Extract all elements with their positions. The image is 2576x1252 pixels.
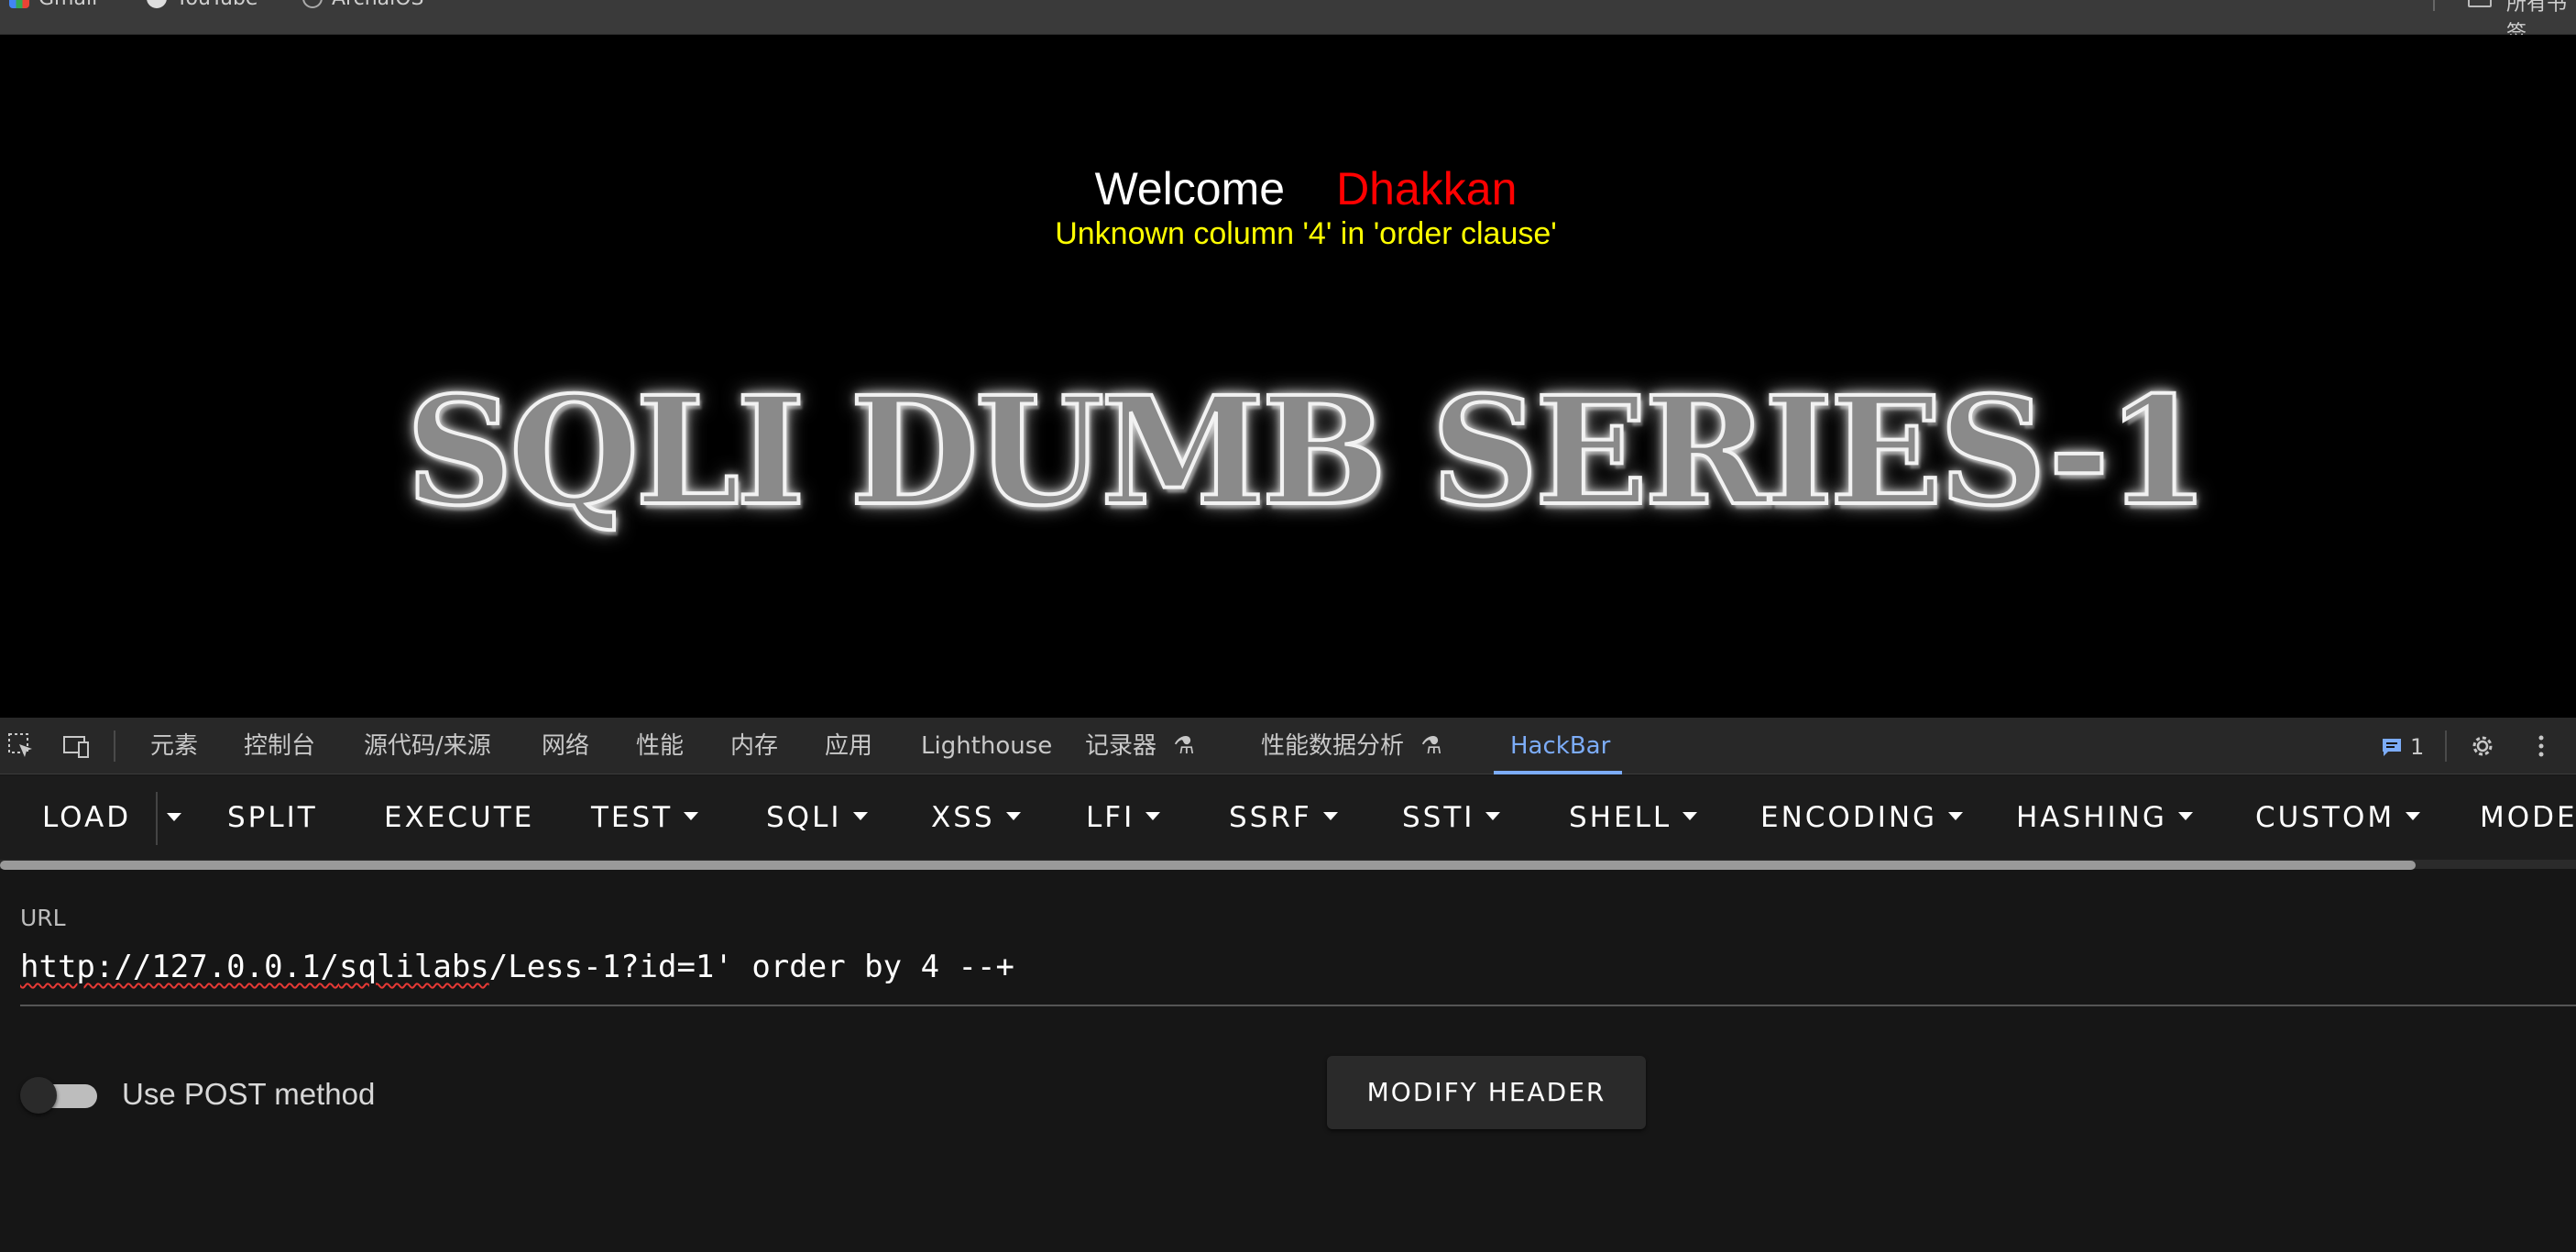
tab-performance-insights[interactable]: 性能数据分析 ⚗ [1261,718,1442,774]
welcome-text: Welcome [1094,163,1286,214]
user-name: Dhakkan [1336,163,1518,214]
url-input-underline [20,1005,2576,1006]
tab-recorder[interactable]: 记录器 ⚗ [1085,718,1195,774]
message-count: 1 [2410,734,2425,760]
bookmark-label: Gmail [38,0,97,10]
tab-performance-insights-label: 性能数据分析 [1261,732,1405,760]
test-menu-button[interactable]: TEST [591,775,699,860]
execute-button[interactable]: EXECUTE [384,775,534,860]
web-page: Welcome Dhakkan Unknown column '4' in 'or… [0,35,2576,718]
chevron-down-icon [852,812,868,820]
chevron-down-icon [1322,812,1338,820]
inspect-element-icon[interactable] [7,732,35,760]
sqli-menu-button[interactable]: SQLI [766,775,868,860]
xss-label: XSS [931,801,995,834]
more-options-icon[interactable] [2527,732,2555,760]
encoding-label: ENCODING [1760,801,1938,834]
device-toolbar-icon[interactable] [62,732,90,760]
folder-icon[interactable] [2468,0,2492,7]
chevron-down-icon [1145,812,1161,820]
sqli-label: SQLI [766,801,842,834]
tab-network[interactable]: 网络 [542,718,589,774]
devtools-panel: 元素 控制台 源代码/来源 网络 性能 内存 应用 Lighthouse 记录器… [0,718,2576,1252]
openai-icon [302,0,323,8]
tab-application[interactable]: 应用 [825,718,872,774]
url-part-query: /Less-1?id=1' order by 4 --+ [488,949,1014,985]
chevron-down-icon [1485,812,1501,820]
post-method-label: Use POST method [122,1077,376,1111]
ssrf-menu-button[interactable]: SSRF [1229,775,1338,860]
devtools-separator [2445,730,2447,762]
modify-header-button[interactable]: MODIFY HEADER [1327,1056,1646,1129]
settings-gear-icon[interactable] [2469,732,2496,760]
chevron-down-icon [1005,812,1021,820]
tab-performance[interactable]: 性能 [636,718,684,774]
url-label: URL [20,905,66,931]
bookmarks-bar: Gmail YouTube ArchaiOS 所有书签 [0,0,2576,45]
tab-hackbar[interactable]: HackBar [1510,718,1610,774]
hackbar-toolbar: LOAD SPLIT EXECUTE TEST SQLI XSS LFI SSR… [0,775,2576,860]
load-dropdown-caret-icon[interactable] [167,813,181,821]
tab-console[interactable]: 控制台 [244,718,315,774]
lfi-label: LFI [1086,801,1135,834]
toggle-knob [20,1077,57,1114]
shell-menu-button[interactable]: SHELL [1569,775,1698,860]
ssti-label: SSTI [1402,801,1475,834]
bookmark-gmail[interactable]: Gmail [9,0,97,10]
url-part-path: sqlilabs [339,949,489,985]
sql-error-message: Unknown column '4' in 'order clause' [1055,216,1557,251]
tab-lighthouse[interactable]: Lighthouse [921,718,1052,774]
mode-menu-button[interactable]: MODE [2480,775,2576,860]
url-input[interactable]: http://127.0.0.1/sqlilabs/Less-1?id=1' o… [20,949,1014,985]
active-tab-indicator [1494,771,1622,774]
ssti-menu-button[interactable]: SSTI [1402,775,1501,860]
xss-menu-button[interactable]: XSS [931,775,1021,860]
hashing-label: HASHING [2016,801,2167,834]
tab-memory[interactable]: 内存 [730,718,778,774]
chevron-down-icon [1948,812,1964,820]
load-button[interactable]: LOAD [42,775,131,860]
bookmarks-separator [2433,0,2435,11]
chevron-down-icon [2177,812,2193,820]
bookmark-youtube[interactable]: YouTube [147,0,258,10]
chevron-down-icon [2406,812,2421,820]
chevron-down-icon [684,812,699,820]
bookmark-archaios[interactable]: ArchaiOS [302,0,424,10]
custom-menu-button[interactable]: CUSTOM [2255,775,2421,860]
custom-label: CUSTOM [2255,801,2395,834]
devtools-separator [114,730,115,762]
encoding-menu-button[interactable]: ENCODING [1760,775,1964,860]
shell-label: SHELL [1569,801,1672,834]
split-button[interactable]: SPLIT [227,775,318,860]
tab-elements[interactable]: 元素 [150,718,198,774]
tab-sources[interactable]: 源代码/来源 [364,718,491,774]
messages-badge[interactable]: 1 [2381,734,2424,760]
welcome-line: Welcome Dhakkan [0,161,2576,216]
gmail-icon [9,0,29,8]
toolbar-scrollbar-thumb[interactable] [0,861,2416,870]
flask-icon: ⚗ [1173,732,1195,760]
hashing-menu-button[interactable]: HASHING [2016,775,2193,860]
bookmark-label: ArchaiOS [332,0,424,10]
github-icon [147,0,167,8]
lfi-menu-button[interactable]: LFI [1086,775,1161,860]
post-method-toggle[interactable] [20,1072,99,1118]
tab-recorder-label: 记录器 [1085,732,1157,760]
sqli-banner: SQLI DUMB SERIES-1 [0,363,2576,541]
flask-icon: ⚗ [1420,732,1442,760]
message-icon [2383,739,2401,756]
ssrf-label: SSRF [1229,801,1312,834]
load-divider [156,792,158,845]
url-part-scheme: http://127.0.0.1/ [20,949,339,985]
bookmark-label: YouTube [176,0,258,10]
devtools-tab-bar: 元素 控制台 源代码/来源 网络 性能 内存 应用 Lighthouse 记录器… [0,718,2576,774]
chevron-down-icon [1683,812,1698,820]
test-label: TEST [591,801,674,834]
banner-text: SQLI DUMB SERIES-1 [404,363,2211,541]
